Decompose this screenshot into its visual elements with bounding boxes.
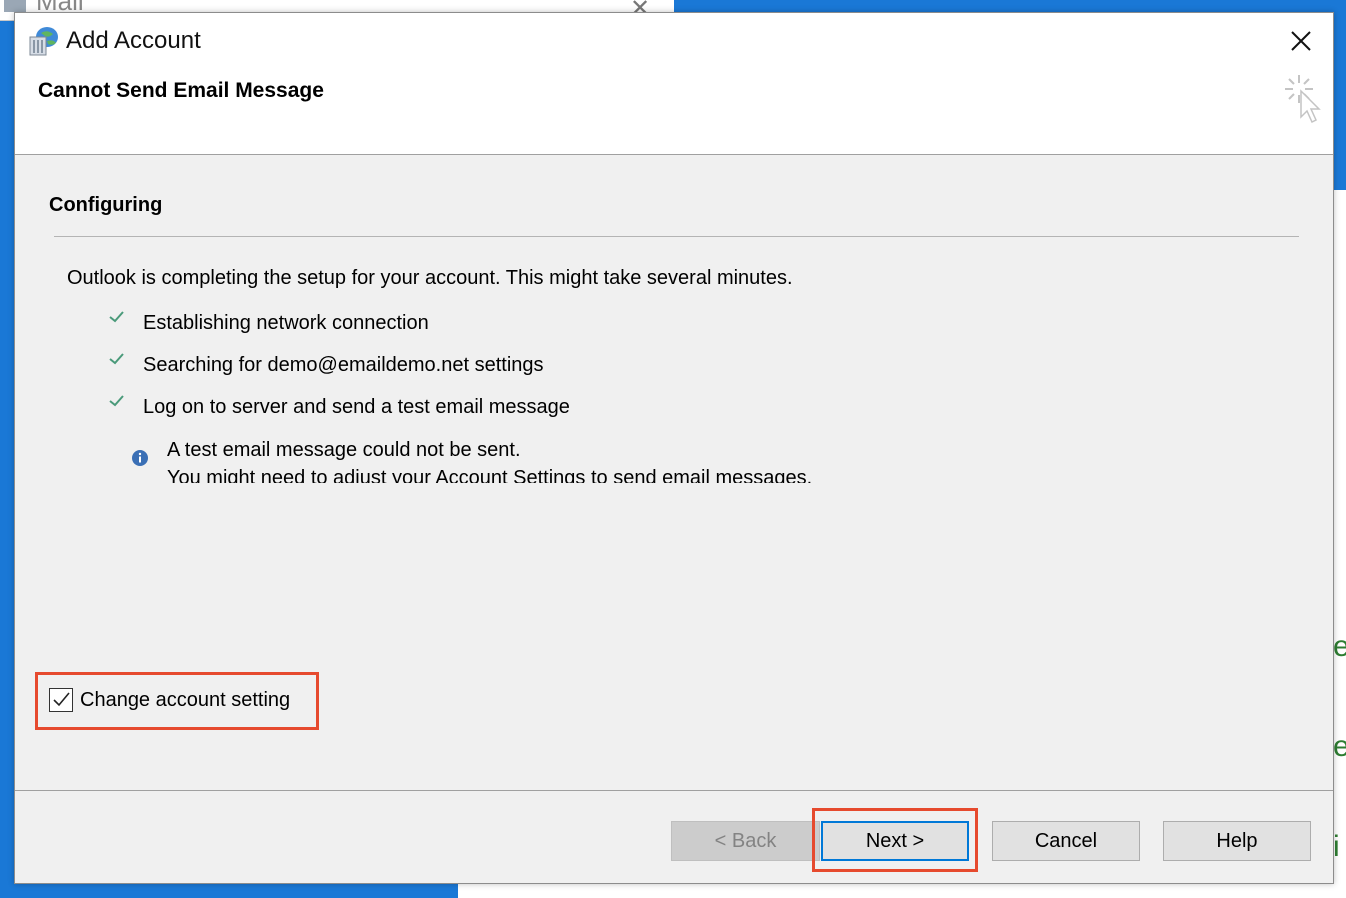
checkmark-icon — [53, 692, 70, 707]
info-message: A test email message could not be sent. … — [167, 437, 867, 483]
background-strip — [458, 884, 1346, 898]
step-label: Searching for demo@emaildemo.net setting… — [143, 354, 544, 376]
step-label: Log on to server and send a test email m… — [143, 396, 570, 418]
next-button[interactable]: Next > — [821, 821, 969, 861]
busy-cursor-icon — [1285, 75, 1321, 124]
intro-text: Outlook is completing the setup for your… — [67, 267, 793, 289]
back-button[interactable]: < Back — [671, 821, 820, 861]
dialog-header: Add Account Cannot Send Email Message — [15, 13, 1333, 155]
cancel-button[interactable]: Cancel — [992, 821, 1140, 861]
help-button[interactable]: Help — [1163, 821, 1311, 861]
page-heading: Cannot Send Email Message — [38, 79, 324, 102]
info-icon — [132, 450, 148, 466]
checkbox-label: Change account setting — [80, 689, 291, 711]
step-label: Establishing network connection — [143, 312, 429, 334]
dialog-title: Add Account — [66, 27, 201, 54]
add-account-icon — [29, 27, 58, 56]
check-icon — [109, 395, 124, 407]
footer-divider — [15, 790, 1333, 791]
close-button[interactable] — [1279, 21, 1323, 61]
close-icon — [1291, 31, 1311, 51]
add-account-dialog: Add Account Cannot Send Email Message Co… — [14, 12, 1334, 884]
info-message-line: A test email message could not be sent. — [167, 439, 521, 461]
check-icon — [109, 311, 124, 323]
background-glyph: e — [1333, 730, 1346, 763]
background-glyph: i — [1333, 830, 1340, 863]
info-message-line: You might need to adjust your Account Se… — [167, 467, 813, 483]
section-title: Configuring — [49, 194, 163, 216]
background-glyph: e — [1333, 630, 1346, 663]
background-panel — [1334, 190, 1346, 898]
checkbox-box[interactable] — [49, 688, 73, 712]
section-divider — [54, 236, 1299, 237]
check-icon — [109, 353, 124, 365]
